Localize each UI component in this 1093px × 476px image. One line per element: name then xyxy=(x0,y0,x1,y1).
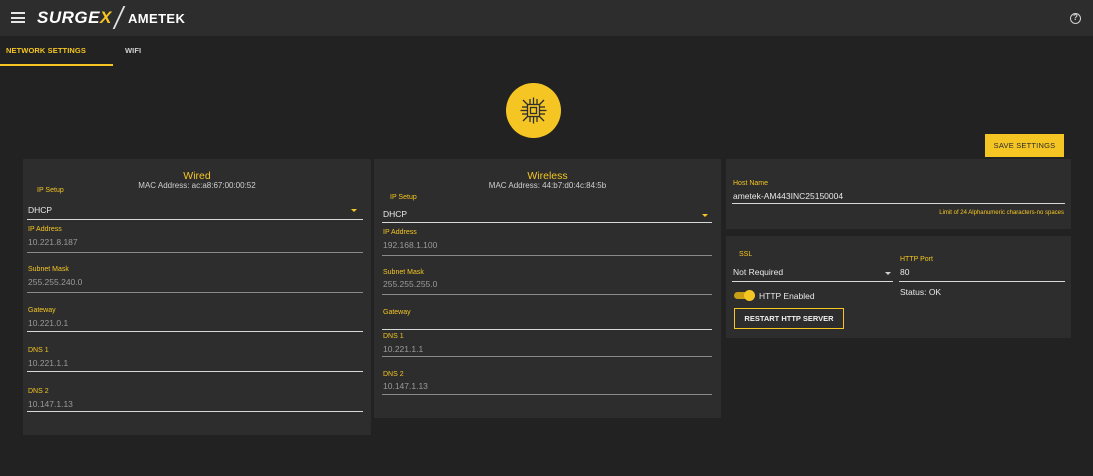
wireless-ip-setup-select[interactable]: DHCP xyxy=(383,209,407,219)
help-circle-icon[interactable]: ? xyxy=(1070,13,1081,24)
wireless-dns2-underline xyxy=(382,394,712,395)
wireless-subnet-label: Subnet Mask xyxy=(383,269,424,276)
wired-dns2-field[interactable]: 10.147.1.13 xyxy=(28,399,73,409)
network-chip-icon xyxy=(506,83,561,138)
tab-wifi[interactable]: WIFI xyxy=(125,46,141,55)
wired-ip-address-underline xyxy=(27,252,363,253)
wireless-ip-address-underline xyxy=(382,255,712,256)
host-name-label: Host Name xyxy=(733,180,769,187)
wireless-ip-address-label: IP Address xyxy=(383,229,417,236)
tab-network-settings[interactable]: NETWORK SETTINGS xyxy=(6,46,86,55)
wireless-dns1-field[interactable]: 10.221.1.1 xyxy=(383,344,423,354)
wired-ip-setup-underline xyxy=(27,219,363,220)
active-tab-indicator xyxy=(0,64,113,66)
wired-gateway-underline xyxy=(27,331,363,332)
top-app-bar: SURGEX AMETEK ? xyxy=(0,0,1093,36)
wireless-ip-setup-underline xyxy=(382,222,712,223)
restart-http-server-button[interactable]: RESTART HTTP SERVER xyxy=(734,308,844,329)
caret-down-icon[interactable] xyxy=(885,272,891,275)
wireless-subnet-field[interactable]: 255.255.255.0 xyxy=(383,279,437,289)
ssl-select[interactable]: Not Required xyxy=(733,267,783,277)
wireless-gateway-underline xyxy=(382,329,712,330)
toggle-knob[interactable] xyxy=(744,290,755,301)
caret-down-icon[interactable] xyxy=(702,214,708,217)
save-settings-button[interactable]: SAVE SETTINGS xyxy=(985,134,1064,157)
wired-subnet-underline xyxy=(27,292,363,293)
ssl-label: SSL xyxy=(739,251,753,258)
http-port-underline xyxy=(899,281,1065,282)
wired-subnet-label: Subnet Mask xyxy=(28,266,69,273)
wireless-dns2-field[interactable]: 10.147.1.13 xyxy=(383,381,428,391)
hamburger-menu-icon[interactable] xyxy=(11,12,25,23)
wireless-card: Wireless MAC Address: 44:b7:d0:4c:84:5b … xyxy=(374,159,721,418)
wired-dns1-label: DNS 1 xyxy=(28,347,49,354)
caret-down-icon[interactable] xyxy=(351,209,357,212)
http-enabled-label: HTTP Enabled xyxy=(759,291,815,301)
wired-gateway-field[interactable]: 10.221.0.1 xyxy=(28,318,68,328)
wired-card: Wired MAC Address: ac:a8:67:00:00:52 IP … xyxy=(23,159,371,435)
http-status-text: Status: OK xyxy=(900,287,942,297)
wired-dns1-field[interactable]: 10.221.1.1 xyxy=(28,358,68,368)
wireless-gateway-label: Gateway xyxy=(383,309,411,316)
logo-divider xyxy=(112,6,126,29)
wireless-dns2-label: DNS 2 xyxy=(383,371,404,378)
host-name-card: Host Name ametek-AM443INC25150004 Limit … xyxy=(726,159,1071,229)
surgex-logo: SURGEX xyxy=(37,8,112,27)
wired-ip-address-label: IP Address xyxy=(28,226,62,233)
host-name-hint: Limit of 24 Alphanumeric characters-no s… xyxy=(939,210,1064,216)
http-port-field[interactable]: 80 xyxy=(900,267,909,277)
wireless-ip-setup-label: IP Setup xyxy=(390,194,417,201)
wired-ip-setup-label: IP Setup xyxy=(37,187,64,194)
http-port-label: HTTP Port xyxy=(900,256,933,263)
wireless-dns1-label: DNS 1 xyxy=(383,333,404,340)
wired-gateway-label: Gateway xyxy=(28,307,56,314)
wireless-dns1-underline xyxy=(382,356,712,357)
wired-ip-address-field[interactable]: 10.221.8.187 xyxy=(28,237,78,247)
ssl-underline xyxy=(732,281,893,282)
wired-subnet-field[interactable]: 255.255.240.0 xyxy=(28,277,82,287)
wired-dns2-label: DNS 2 xyxy=(28,388,49,395)
wireless-subnet-underline xyxy=(382,294,712,295)
ametek-logo: AMETEK xyxy=(128,11,186,26)
wired-mac-address: MAC Address: ac:a8:67:00:00:52 xyxy=(138,181,256,190)
host-name-underline xyxy=(732,203,1065,204)
wired-dns1-underline xyxy=(27,371,363,372)
wireless-mac-address: MAC Address: 44:b7:d0:4c:84:5b xyxy=(488,181,607,190)
wireless-ip-address-field[interactable]: 192.168.1.100 xyxy=(383,240,437,250)
wired-dns2-underline xyxy=(27,411,363,412)
wired-ip-setup-select[interactable]: DHCP xyxy=(28,205,52,215)
host-name-field[interactable]: ametek-AM443INC25150004 xyxy=(733,191,843,201)
